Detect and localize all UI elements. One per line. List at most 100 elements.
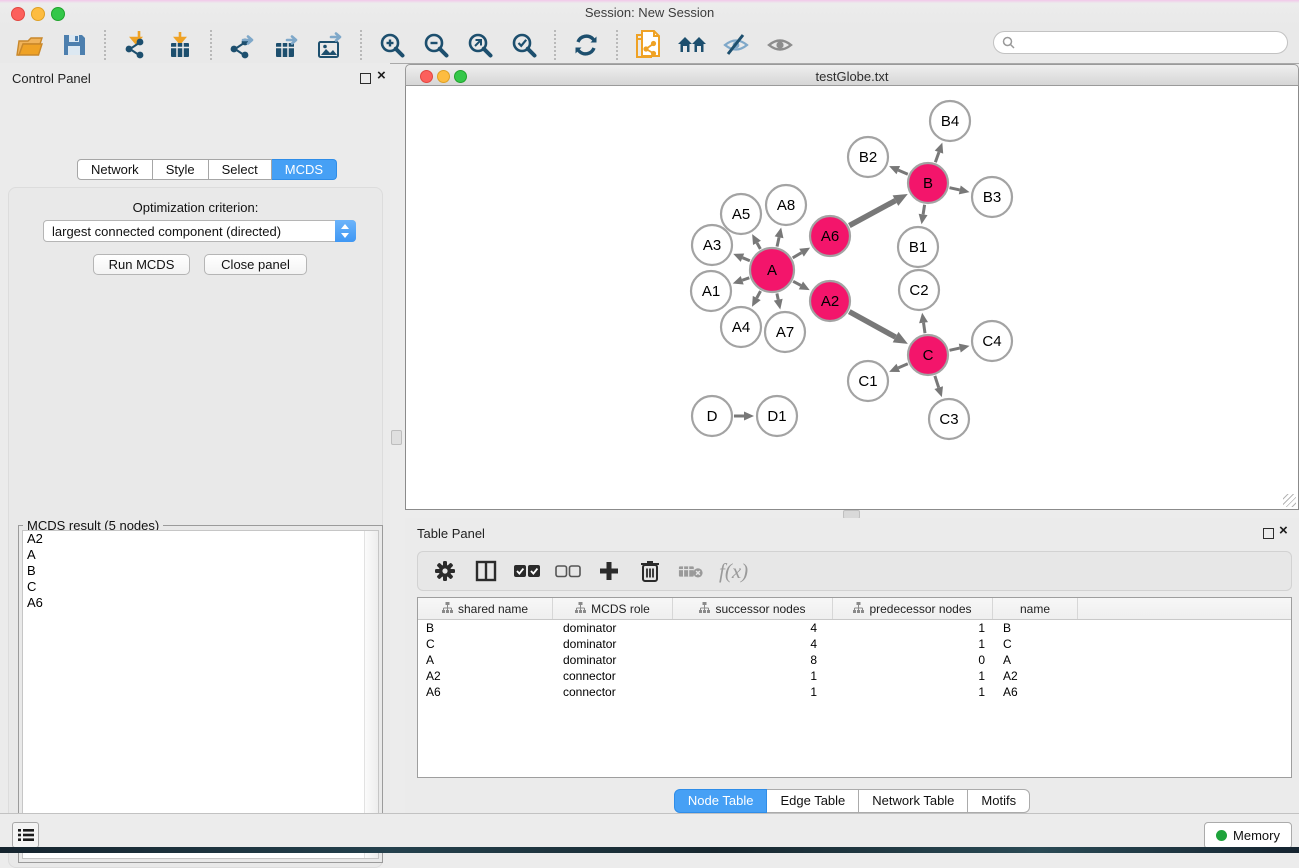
table-row[interactable]: A6connector11A6 [418, 684, 1291, 700]
network-window-titlebar[interactable]: testGlobe.txt [405, 64, 1299, 86]
settings-gear-icon[interactable] [432, 558, 458, 584]
node-label-A8: A8 [777, 197, 795, 214]
arrowhead-icon [919, 313, 928, 324]
node-label-A3: A3 [703, 237, 721, 254]
hide-details-icon[interactable] [720, 29, 752, 61]
tab-edge-table[interactable]: Edge Table [767, 789, 859, 813]
float-panel-icon[interactable] [360, 73, 371, 84]
export-table-icon[interactable] [270, 29, 302, 61]
table-row[interactable]: A2connector11A2 [418, 668, 1291, 684]
save-session-icon[interactable] [58, 29, 90, 61]
zoom-selected-icon[interactable] [508, 29, 540, 61]
edge-A-A5[interactable] [757, 243, 760, 249]
refresh-layout-icon[interactable] [570, 29, 602, 61]
column-header-predecessor-nodes[interactable]: predecessor nodes [833, 598, 993, 619]
delete-column-icon[interactable] [637, 558, 663, 584]
scrollbar[interactable] [364, 531, 378, 858]
close-panel-icon[interactable]: × [377, 67, 386, 84]
cell: 4 [673, 637, 833, 651]
control-panel-tabs: NetworkStyleSelectMCDS [77, 159, 337, 180]
edge-A-A6[interactable] [793, 253, 802, 258]
close-panel-button[interactable]: Close panel [204, 254, 307, 275]
criterion-dropdown[interactable]: largest connected component (directed) [43, 220, 356, 242]
zoom-fit-icon[interactable] [464, 29, 496, 61]
resize-grip-icon[interactable] [1283, 494, 1296, 507]
mcds-result-item[interactable]: A [23, 547, 378, 563]
run-mcds-button[interactable]: Run MCDS [93, 254, 190, 275]
home-icon[interactable] [676, 29, 708, 61]
table-row[interactable]: Adominator80A [418, 652, 1291, 668]
tab-select[interactable]: Select [209, 159, 272, 180]
edge-A6-B[interactable] [849, 201, 895, 226]
task-history-button[interactable] [12, 822, 39, 848]
edge-A-A1[interactable] [742, 278, 749, 280]
mcds-result-item[interactable]: C [23, 579, 378, 595]
node-table[interactable]: shared nameMCDS rolesuccessor nodesprede… [417, 597, 1292, 778]
table-panel-title: Table Panel [417, 526, 485, 541]
edge-B-B4[interactable] [935, 152, 939, 162]
open-file-icon[interactable] [14, 29, 46, 61]
memory-button[interactable]: Memory [1204, 822, 1292, 849]
network-graph[interactable]: B4B2BB3B1A5A8A6A3AA1C2A2A4A7CC4C1C3DD1 [406, 86, 1298, 510]
tab-style[interactable]: Style [153, 159, 209, 180]
edge-B-B2[interactable] [898, 170, 908, 174]
tree-icon [853, 602, 864, 616]
column-header-name[interactable]: name [993, 598, 1078, 619]
edge-A-A4[interactable] [757, 291, 761, 298]
tab-node-table[interactable]: Node Table [674, 789, 768, 813]
edge-B-B1[interactable] [923, 205, 925, 215]
arrowhead-icon [934, 386, 943, 397]
node-label-A6: A6 [821, 228, 839, 245]
edge-C-C4[interactable] [949, 348, 959, 350]
import-table-icon[interactable] [164, 29, 196, 61]
export-image-icon[interactable] [314, 29, 346, 61]
tab-network[interactable]: Network [77, 159, 153, 180]
split-view-icon[interactable] [473, 558, 499, 584]
node-label-A4: A4 [732, 319, 750, 336]
table-row[interactable]: Bdominator41B [418, 620, 1291, 636]
node-label-C4: C4 [982, 333, 1001, 350]
edge-C-C2[interactable] [924, 323, 925, 334]
float-table-panel-icon[interactable] [1263, 528, 1274, 539]
mcds-result-item[interactable]: A2 [23, 531, 378, 547]
network-file-icon[interactable] [632, 29, 664, 61]
table-tabs: Node TableEdge TableNetwork TableMotifs [405, 789, 1299, 813]
select-all-columns-icon[interactable] [514, 558, 540, 584]
export-network-icon[interactable] [226, 29, 258, 61]
edge-A-A2[interactable] [793, 281, 801, 285]
column-header-shared-name[interactable]: shared name [418, 598, 553, 619]
mcds-result-item[interactable]: B [23, 563, 378, 579]
edge-A-A8[interactable] [777, 237, 779, 246]
edge-A-A7[interactable] [777, 293, 778, 299]
tab-network-table[interactable]: Network Table [859, 789, 968, 813]
cell: 1 [673, 685, 833, 699]
search-field[interactable] [993, 31, 1288, 54]
mcds-result-list[interactable]: A2ABCA6 [22, 530, 379, 859]
table-row[interactable]: Cdominator41C [418, 636, 1291, 652]
column-header-successor-nodes[interactable]: successor nodes [673, 598, 833, 619]
unselect-all-columns-icon[interactable] [555, 558, 581, 584]
import-network-icon[interactable] [120, 29, 152, 61]
cell: 1 [673, 669, 833, 683]
cell: A [993, 653, 1078, 667]
network-canvas[interactable]: B4B2BB3B1A5A8A6A3AA1C2A2A4A7CC4C1C3DD1 [405, 86, 1299, 510]
search-input[interactable] [1020, 34, 1287, 51]
mcds-result-item[interactable]: A6 [23, 595, 378, 611]
edge-B-B3[interactable] [949, 188, 959, 190]
edge-A2-C[interactable] [849, 312, 895, 338]
add-column-icon[interactable] [596, 558, 622, 584]
vertical-splitter-handle[interactable] [391, 430, 402, 445]
close-table-panel-icon[interactable]: × [1279, 522, 1288, 539]
tab-mcds[interactable]: MCDS [272, 159, 337, 180]
show-details-icon[interactable] [764, 29, 796, 61]
edge-C-C1[interactable] [898, 364, 908, 368]
edge-C-C3[interactable] [935, 376, 939, 388]
zoom-in-icon[interactable] [376, 29, 408, 61]
zoom-out-icon[interactable] [420, 29, 452, 61]
cell: dominator [553, 637, 673, 651]
edge-A-A3[interactable] [742, 258, 749, 261]
tab-motifs[interactable]: Motifs [968, 789, 1030, 813]
column-header-MCDS-role[interactable]: MCDS role [553, 598, 673, 619]
node-label-C1: C1 [858, 373, 877, 390]
toolbar-group [106, 29, 210, 61]
